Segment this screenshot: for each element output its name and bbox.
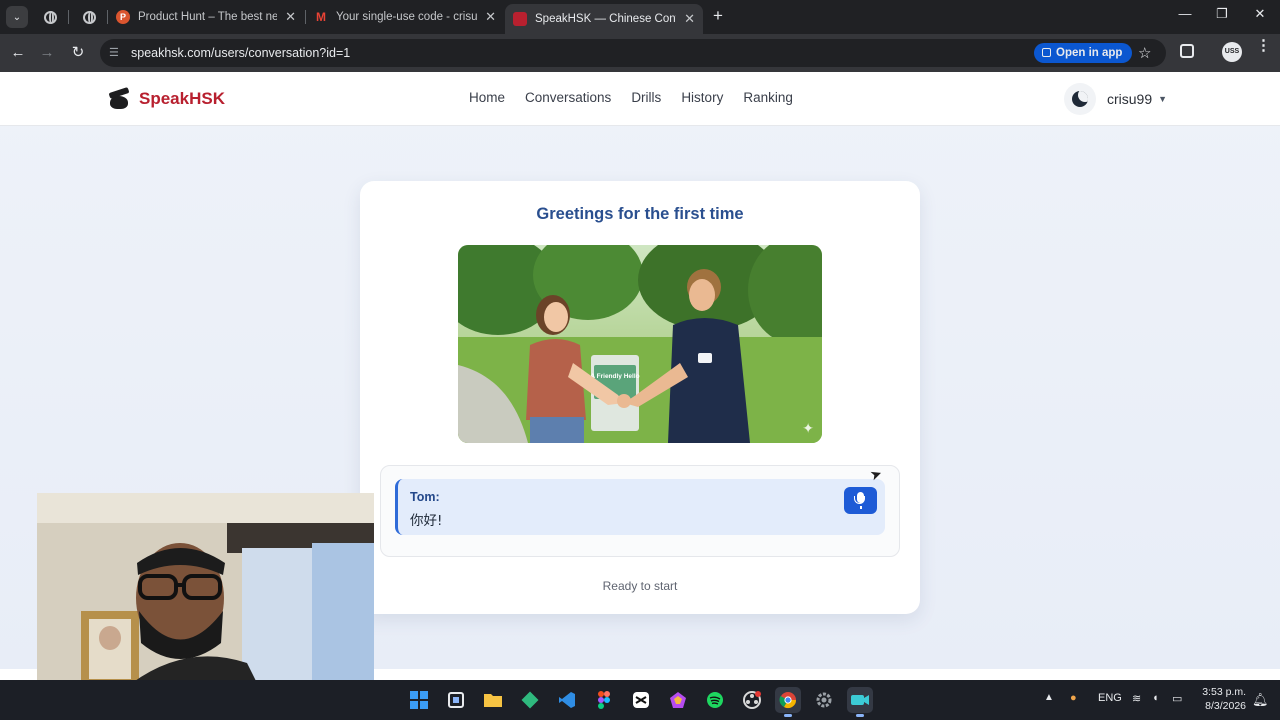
- site-info-icon[interactable]: ☰: [109, 46, 123, 60]
- product-hunt-favicon-icon: P: [116, 10, 130, 24]
- reload-icon[interactable]: ↻: [68, 43, 88, 63]
- clock-time: 3:53 p.m.: [1202, 686, 1246, 698]
- nav-history[interactable]: History: [681, 90, 723, 105]
- record-button[interactable]: [844, 487, 877, 514]
- utterance-text: 你好!: [410, 513, 443, 529]
- forward-icon[interactable]: →: [37, 43, 57, 63]
- brand-name: SpeakHSK: [139, 89, 225, 108]
- back-icon[interactable]: ←: [8, 43, 28, 63]
- spotify-icon[interactable]: [702, 687, 728, 713]
- nav-home[interactable]: Home: [469, 90, 505, 105]
- gmail-favicon-icon: M: [316, 10, 326, 24]
- windows-start-icon[interactable]: [406, 687, 432, 713]
- globe-icon: [43, 10, 57, 24]
- minimize-window-icon[interactable]: —: [1175, 6, 1195, 21]
- tab-title: Your single-use code - crisutat: [336, 11, 478, 23]
- notifications-bell-icon[interactable]: 🔔︎: [1252, 692, 1269, 708]
- prism-app-icon[interactable]: [665, 687, 691, 713]
- tab-gmail[interactable]: M Your single-use code - crisutat ✕: [306, 4, 504, 30]
- chrome-menu-icon[interactable]: ⋮: [1256, 38, 1271, 53]
- graduate-logo-icon: [108, 87, 130, 110]
- sparkle-icon: ✦: [802, 420, 814, 436]
- browser-tab-strip: ⌄ P Product Hunt – The best new p ✕ M Yo…: [0, 0, 1280, 34]
- restore-window-icon[interactable]: ❐: [1212, 6, 1232, 22]
- settings-icon[interactable]: [811, 687, 837, 713]
- status-text: Ready to start: [602, 579, 678, 593]
- speakhsk-favicon-icon: [513, 12, 527, 26]
- tab-title: SpeakHSK — Chinese Conversa: [535, 13, 676, 25]
- theme-toggle-button[interactable]: [1064, 83, 1096, 115]
- tab-search-menu-button[interactable]: ⌄: [6, 6, 28, 28]
- capcut-icon[interactable]: [628, 687, 654, 713]
- close-tab-icon[interactable]: ✕: [485, 9, 496, 25]
- battery-icon[interactable]: ▭: [1172, 692, 1182, 705]
- browser-toolbar: ← → ↻ ☰ speakhsk.com/users/conversation?…: [0, 34, 1280, 72]
- screen-recorder-icon[interactable]: [847, 687, 873, 717]
- clock-date: 8/3/2026: [1205, 700, 1246, 712]
- address-bar-url[interactable]: speakhsk.com/users/conversation?id=1: [131, 46, 350, 60]
- webcam-feed-image: [37, 493, 374, 683]
- obs-icon[interactable]: [739, 687, 765, 713]
- system-clock[interactable]: 3:53 p.m. 8/3/2026: [1196, 685, 1246, 713]
- main-nav: Home Conversations Drills History Rankin…: [469, 90, 813, 105]
- tab-product-hunt[interactable]: P Product Hunt – The best new p ✕: [108, 4, 304, 30]
- dialog-panel: Tom: 你好!: [380, 465, 900, 557]
- close-window-icon[interactable]: ✕: [1250, 6, 1270, 22]
- close-tab-icon[interactable]: ✕: [684, 11, 695, 27]
- file-explorer-icon[interactable]: [480, 687, 506, 713]
- tab-title: Product Hunt – The best new p: [138, 11, 278, 23]
- nav-ranking[interactable]: Ranking: [743, 90, 793, 105]
- input-language[interactable]: ENG: [1098, 692, 1122, 704]
- pinned-tab-1[interactable]: [36, 6, 64, 28]
- volume-icon[interactable]: ◖: [1152, 692, 1159, 704]
- globe-icon: [82, 10, 96, 24]
- wifi-icon[interactable]: ≋: [1132, 692, 1141, 705]
- moon-icon: [1072, 91, 1088, 107]
- user-menu[interactable]: crisu99 ▼: [1107, 91, 1167, 107]
- new-tab-button[interactable]: +: [708, 6, 728, 26]
- chevron-down-icon: ▼: [1158, 94, 1168, 104]
- brand-link[interactable]: SpeakHSK: [108, 87, 225, 110]
- conversation-illustration: A Friendly Hello ✦: [458, 245, 822, 443]
- nav-drills[interactable]: Drills: [631, 90, 661, 105]
- profile-avatar-icon[interactable]: USS: [1222, 42, 1242, 62]
- dialog-line: Tom: 你好!: [395, 479, 885, 535]
- conversation-card: Greetings for the first time A Friendly …: [360, 181, 920, 614]
- speaker-name: Tom:: [410, 490, 440, 504]
- microphone-in-use-icon[interactable]: ●: [1070, 692, 1077, 704]
- figma-icon[interactable]: [591, 687, 617, 713]
- pinned-tab-2[interactable]: [75, 6, 103, 28]
- windows-taskbar: ▲ ● ENG ≋ ◖ ▭ 3:53 p.m. 8/3/2026 🔔︎: [0, 680, 1280, 720]
- git-kraken-icon[interactable]: [517, 687, 543, 713]
- microphone-stand: [860, 506, 862, 509]
- sign-text: A Friendly Hello: [590, 373, 639, 380]
- site-header: SpeakHSK Home Conversations Drills Histo…: [0, 72, 1280, 126]
- webcam-overlay: [37, 493, 374, 683]
- tray-overflow-chevron-icon[interactable]: ▲: [1044, 692, 1054, 703]
- address-bar[interactable]: ☰ speakhsk.com/users/conversation?id=1 O…: [100, 39, 1166, 67]
- username: crisu99: [1107, 91, 1153, 107]
- close-tab-icon[interactable]: ✕: [285, 9, 296, 25]
- extensions-icon[interactable]: [1180, 44, 1194, 58]
- park-handshake-image: A Friendly Hello: [458, 245, 822, 443]
- open-in-app-button[interactable]: Open in app: [1034, 43, 1133, 63]
- nav-conversations[interactable]: Conversations: [525, 90, 611, 105]
- bookmark-star-icon[interactable]: ☆: [1138, 44, 1151, 62]
- snipping-tool-icon[interactable]: [443, 687, 469, 713]
- conversation-title: Greetings for the first time: [536, 205, 744, 223]
- chrome-icon[interactable]: [775, 687, 801, 717]
- tab-separator: [68, 10, 69, 24]
- tab-speakhsk[interactable]: SpeakHSK — Chinese Conversa ✕: [505, 4, 703, 34]
- vscode-icon[interactable]: [554, 687, 580, 713]
- microphone-icon: [854, 492, 865, 504]
